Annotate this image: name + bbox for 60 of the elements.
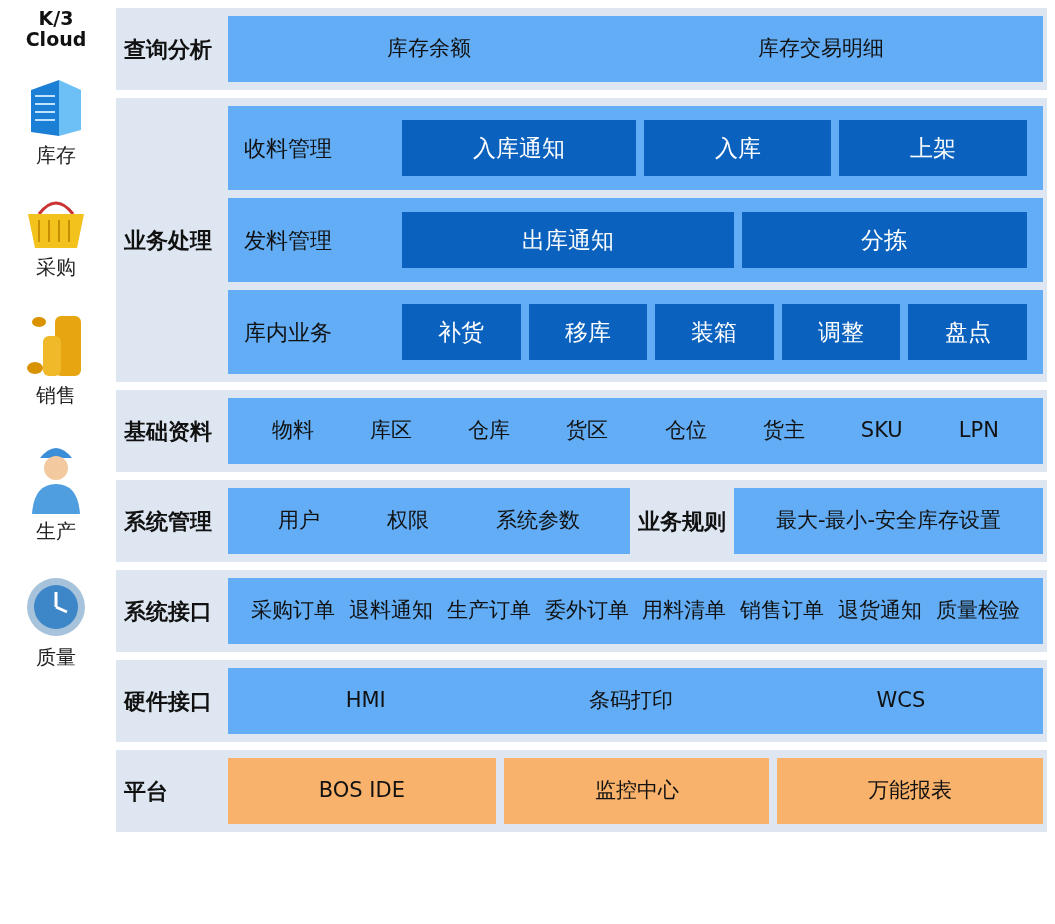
item-label: 最大-最小-安全库存设置 xyxy=(775,507,1002,535)
item-label: 库区 xyxy=(370,417,413,445)
group-title: 收料管理 xyxy=(244,134,333,163)
coins-icon xyxy=(27,315,81,376)
item-label: 委外订单 xyxy=(544,597,629,625)
function-block: 入库通知 xyxy=(402,120,636,176)
section-title: 系统接口 xyxy=(123,597,213,626)
platform-tile: 万能报表 xyxy=(777,758,1043,824)
clock-icon xyxy=(27,577,85,636)
item-label: 系统参数 xyxy=(496,507,581,535)
worker-icon xyxy=(32,447,80,514)
item-label: 权限 xyxy=(386,507,429,535)
item-label: HMI xyxy=(345,687,386,715)
item-label: 退料通知 xyxy=(348,597,433,625)
group-title: 发料管理 xyxy=(244,226,333,255)
item-label: LPN xyxy=(958,417,999,445)
function-block: 装箱 xyxy=(655,304,774,360)
platform-tile: BOS IDE xyxy=(228,758,496,824)
section-title: 平台 xyxy=(123,777,169,806)
item-label: SKU xyxy=(860,417,903,445)
item-label: 库存交易明细 xyxy=(757,35,884,63)
function-block: 上架 xyxy=(839,120,1027,176)
item-label: 用料清单 xyxy=(642,597,727,625)
section-title: 查询分析 xyxy=(123,35,213,64)
group-title: 库内业务 xyxy=(244,318,333,347)
module-label: 库存 xyxy=(36,141,76,169)
item-label: 采购订单 xyxy=(250,597,335,625)
section-title: 系统管理 xyxy=(123,507,213,536)
item-label: 销售订单 xyxy=(740,597,825,625)
function-block: 出库通知 xyxy=(402,212,734,268)
function-block: 调整 xyxy=(781,304,901,360)
item-label: 物料 xyxy=(272,417,315,445)
section-title: 硬件接口 xyxy=(122,687,213,716)
item-label: WCS xyxy=(876,687,926,715)
section-title: 业务处理 xyxy=(123,226,213,255)
function-block: 移库 xyxy=(528,304,648,360)
item-label: 货主 xyxy=(762,417,805,445)
item-label: 质量检验 xyxy=(936,597,1021,625)
basket-icon xyxy=(28,201,84,248)
logo: K/3 Cloud xyxy=(25,8,87,50)
function-block: 补货 xyxy=(402,304,521,360)
section-title: 业务规则 xyxy=(636,507,727,536)
function-block: 盘点 xyxy=(908,304,1027,360)
platform-tile: 监控中心 xyxy=(503,758,770,824)
item-label: 用户 xyxy=(277,507,320,535)
item-label: 生产订单 xyxy=(446,597,531,625)
item-label: 仓库 xyxy=(468,417,511,445)
item-label: 仓位 xyxy=(664,417,707,445)
building-icon xyxy=(31,79,81,136)
module-label: 采购 xyxy=(36,253,76,281)
item-label: 货区 xyxy=(566,417,609,445)
section-title: 基础资料 xyxy=(123,417,213,446)
module-label: 质量 xyxy=(36,643,76,671)
item-label: 条码打印 xyxy=(589,687,674,715)
item-label: 退货通知 xyxy=(838,597,923,625)
function-block: 入库 xyxy=(643,120,832,176)
item-label: 库存余额 xyxy=(387,35,472,63)
module-label: 销售 xyxy=(36,381,76,409)
function-block: 分拣 xyxy=(741,212,1027,268)
module-label: 生产 xyxy=(36,517,76,545)
